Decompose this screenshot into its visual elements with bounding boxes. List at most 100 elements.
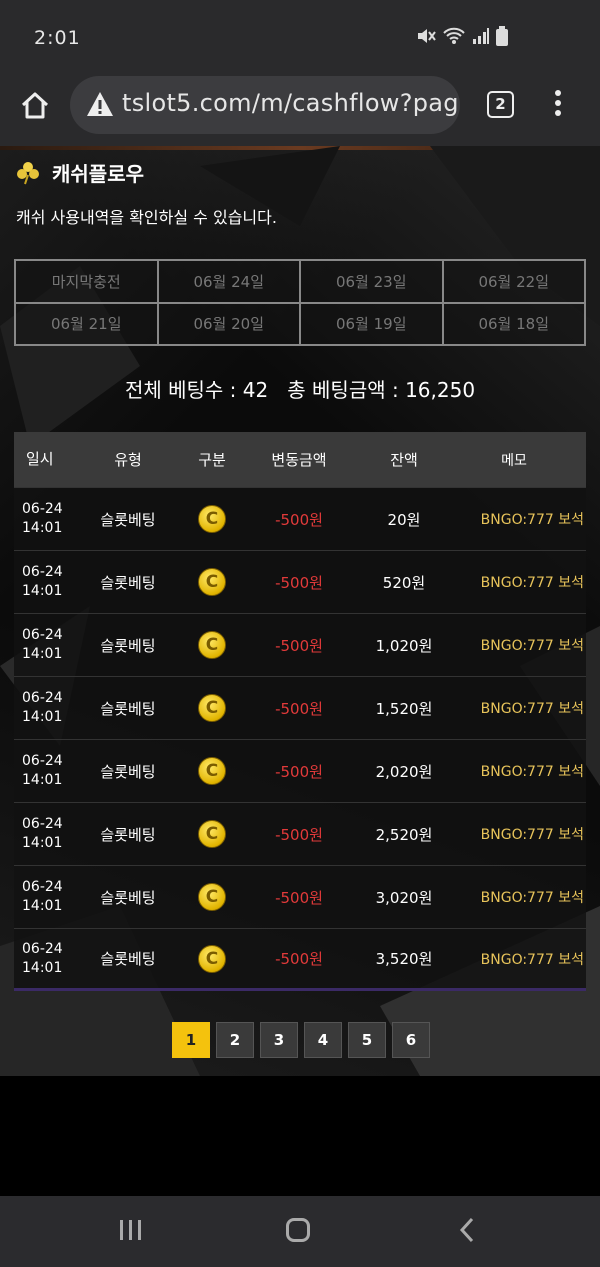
coin-icon: C	[198, 568, 226, 596]
cell-change: -500원	[275, 950, 323, 968]
date-filter-0623[interactable]: 06월 23일	[300, 260, 443, 303]
cell-type: 슬롯베팅	[100, 950, 156, 968]
signal-icon	[473, 28, 489, 44]
col-header-memo: 메모	[501, 452, 527, 469]
cell-memo: BNGO:777 보석	[480, 638, 584, 654]
coin-icon: C	[198, 694, 226, 722]
page-button-2[interactable]: 2	[216, 1022, 254, 1058]
coin-icon: C	[198, 631, 226, 659]
page-button-5[interactable]: 5	[348, 1022, 386, 1058]
cell-memo: BNGO:777 보석	[480, 764, 584, 780]
cell-change: -500원	[275, 699, 323, 718]
date-filter-0619[interactable]: 06월 19일	[300, 302, 443, 345]
cell-memo: BNGO:777 보석	[480, 575, 584, 591]
mute-icon	[418, 29, 436, 43]
cell-memo: BNGO:777 보석	[480, 951, 584, 968]
cell-date: 06-24	[22, 816, 63, 832]
cell-balance: 3,520원	[375, 950, 433, 968]
cell-time: 14:01	[22, 583, 63, 599]
coin-icon: C	[198, 757, 226, 785]
coin-icon: C	[198, 820, 226, 848]
cell-balance: 1,020원	[375, 636, 433, 655]
table-row: 06-24 14:01 슬롯베팅 C -500원 2,520원 BNGO:777 보석	[14, 802, 586, 865]
status-bar: 2:01	[0, 0, 600, 76]
cell-time: 14:01	[22, 772, 63, 788]
cell-category: C	[180, 820, 244, 848]
cell-date: 06-24	[22, 501, 63, 517]
cell-balance: 3,020원	[375, 888, 433, 907]
cashflow-table: 일시 유형 구분 변동금액 잔액 메모 06-24 14:01 슬롯베팅 C -500원…	[14, 432, 586, 991]
recents-icon[interactable]	[120, 1220, 141, 1240]
cell-type: 슬롯베팅	[100, 888, 156, 907]
cell-date: 06-24	[22, 879, 63, 895]
warning-icon[interactable]	[86, 91, 114, 117]
status-time: 2:01	[34, 27, 81, 49]
cell-date: 06-24	[22, 564, 63, 580]
cell-change: -500원	[275, 762, 323, 781]
cell-change: -500원	[275, 510, 323, 529]
cell-datetime: 06-24 14:01	[14, 878, 76, 916]
tab-switcher-button[interactable]: 2	[487, 91, 514, 118]
more-menu-icon[interactable]	[553, 90, 563, 120]
nav-home-icon[interactable]	[286, 1218, 310, 1242]
cell-type: 슬롯베팅	[100, 636, 156, 655]
cell-category: C	[180, 944, 244, 973]
cell-datetime: 06-24 14:01	[14, 752, 76, 790]
coin-icon: C	[198, 505, 226, 533]
cell-category: C	[180, 505, 244, 533]
page-button-4[interactable]: 4	[304, 1022, 342, 1058]
table-row: 06-24 14:01 슬롯베팅 C -500원 3,020원 BNGO:777 보석	[14, 865, 586, 928]
date-filter-0622[interactable]: 06월 22일	[442, 260, 585, 303]
col-header-change: 변동금액	[271, 451, 327, 469]
cell-date: 06-24	[22, 627, 63, 643]
page-button-1[interactable]: 1	[172, 1022, 210, 1058]
date-filter-0624[interactable]: 06월 24일	[157, 260, 300, 303]
system-nav-bar	[0, 1196, 600, 1267]
cell-type: 슬롯베팅	[100, 573, 156, 592]
table-row: 06-24 14:01 슬롯베팅 C -500원 2,020원 BNGO:777 보석	[14, 739, 586, 802]
cell-change: -500원	[275, 825, 323, 844]
date-filter-last-charge[interactable]: 마지막충전	[15, 260, 158, 303]
table-row: 06-24 14:01 슬롯베팅 C -500원 1,020원 BNGO:777 보석	[14, 613, 586, 676]
page-button-3[interactable]: 3	[260, 1022, 298, 1058]
home-icon[interactable]	[18, 88, 52, 122]
cell-date: 06-24	[22, 753, 63, 769]
page-content: 캐쉬플로우 캐쉬 사용내역을 확인하실 수 있습니다. 마지막충전 06월 24…	[0, 146, 600, 1076]
cell-date: 06-24	[22, 690, 63, 706]
cell-balance: 2,520원	[375, 825, 433, 844]
cell-memo: BNGO:777 보석	[480, 512, 584, 528]
table-row: 06-24 14:01 슬롯베팅 C -500원 3,520원 BNGO:777 보석	[14, 928, 586, 991]
date-filter-0618[interactable]: 06월 18일	[442, 302, 585, 345]
cell-memo: BNGO:777 보석	[480, 890, 584, 906]
table-row: 06-24 14:01 슬롯베팅 C -500원 520원 BNGO:777 보석	[14, 550, 586, 613]
cell-balance: 2,020원	[375, 762, 433, 781]
cell-datetime: 06-24 14:01	[14, 626, 76, 664]
cell-memo: BNGO:777 보석	[480, 701, 584, 717]
page-title: 캐쉬플로우	[52, 162, 144, 186]
cell-time: 14:01	[22, 835, 63, 851]
url-bar[interactable]: tslot5.com/m/cashflow?page	[70, 76, 460, 134]
col-header-balance: 잔액	[390, 451, 418, 469]
cell-change: -500원	[275, 636, 323, 655]
cell-type: 슬롯베팅	[100, 825, 156, 844]
cell-datetime: 06-24 14:01	[14, 940, 76, 978]
browser-toolbar: tslot5.com/m/cashflow?page 2	[0, 76, 600, 146]
date-filter-0620[interactable]: 06월 20일	[157, 302, 300, 345]
cell-type: 슬롯베팅	[100, 699, 156, 718]
wifi-icon	[443, 27, 465, 44]
cell-date: 06-24	[22, 940, 63, 957]
cell-change: -500원	[275, 573, 323, 592]
date-filter-0621[interactable]: 06월 21일	[15, 302, 158, 345]
cell-time: 14:01	[22, 709, 63, 725]
cell-time: 14:01	[22, 646, 63, 662]
url-text[interactable]: tslot5.com/m/cashflow?page	[122, 89, 460, 117]
cell-type: 슬롯베팅	[100, 762, 156, 781]
cell-time: 14:01	[22, 959, 63, 976]
back-icon[interactable]	[458, 1216, 476, 1244]
clover-icon	[17, 161, 39, 184]
page-header: 캐쉬플로우	[16, 158, 144, 187]
date-filter-grid: 마지막충전 06월 24일 06월 23일 06월 22일 06월 21일 06…	[14, 259, 586, 346]
cell-category: C	[180, 568, 244, 596]
page-button-6[interactable]: 6	[392, 1022, 430, 1058]
cell-category: C	[180, 631, 244, 659]
